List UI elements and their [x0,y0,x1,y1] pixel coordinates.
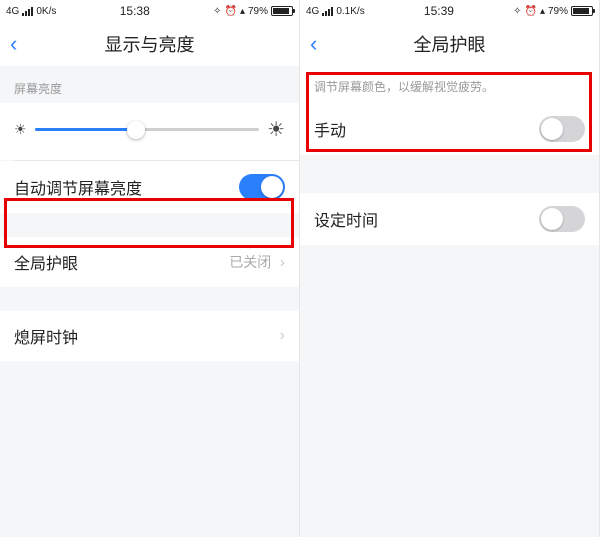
alarm-icon: ⏰ [525,6,537,17]
row-eye-protect[interactable]: 全局护眼 已关闭 › [0,237,299,287]
row-label: 手动 [314,117,346,141]
status-bar: 4G 0.1K/s 15:39 ✧ ⏰ ▴ 79% [300,0,599,22]
row-label: 全局护眼 [14,250,78,274]
row-manual[interactable]: 手动 [300,103,599,155]
brightness-thumb[interactable] [127,121,145,139]
signal-icon [322,7,333,16]
alarm-icon: ⏰ [225,6,237,17]
row-schedule[interactable]: 设定时间 [300,193,599,245]
signal-icon [22,7,33,16]
wifi-icon: ▴ [240,6,245,17]
back-button[interactable]: ‹ [10,33,17,55]
bluetooth-icon: ✧ [513,6,521,17]
brightness-section-label: 屏幕亮度 [0,66,299,103]
brightness-slider[interactable] [35,120,260,140]
nav-bar: ‹ 显示与亮度 [0,22,299,66]
back-button[interactable]: ‹ [310,33,317,55]
screen-display-brightness: 4G 0K/s 15:38 ✧ ⏰ ▴ 79% ‹ 显示与亮度 屏幕亮度 ☀ ☀… [0,0,300,537]
brightness-high-icon: ☀ [267,117,285,142]
page-title: 全局护眼 [414,31,486,57]
status-bar: 4G 0K/s 15:38 ✧ ⏰ ▴ 79% [0,0,299,22]
bluetooth-icon: ✧ [213,6,221,17]
wifi-icon: ▴ [540,6,545,17]
row-label: 熄屏时钟 [14,324,78,348]
network-speed: 0K/s [36,6,56,17]
screen-eye-protect: 4G 0.1K/s 15:39 ✧ ⏰ ▴ 79% ‹ 全局护眼 调节屏幕颜色，… [300,0,600,537]
battery-pct: 79% [248,6,268,17]
network-speed: 0.1K/s [336,6,364,17]
schedule-switch[interactable] [539,206,585,232]
row-auto-brightness[interactable]: 自动调节屏幕亮度 [0,161,299,213]
brightness-slider-row: ☀ ☀ [0,103,299,160]
auto-brightness-switch[interactable] [239,174,285,200]
network-type: 4G [306,6,319,17]
battery-pct: 79% [548,6,568,17]
manual-switch[interactable] [539,116,585,142]
brightness-low-icon: ☀ [14,121,27,138]
hint-text: 调节屏幕颜色，以缓解视觉疲劳。 [300,66,599,103]
chevron-right-icon: › [280,327,285,345]
clock: 15:38 [120,4,150,18]
page-title: 显示与亮度 [105,31,195,57]
row-value: 已关闭 [229,254,271,270]
battery-icon [271,6,293,16]
battery-icon [571,6,593,16]
row-label: 设定时间 [314,207,378,231]
brightness-track-fill [35,128,136,131]
network-type: 4G [6,6,19,17]
battery-fill [573,8,589,14]
row-aod[interactable]: 熄屏时钟 › [0,311,299,361]
clock: 15:39 [424,4,454,18]
chevron-right-icon: › [280,254,285,271]
row-label: 自动调节屏幕亮度 [14,175,142,199]
nav-bar: ‹ 全局护眼 [300,22,599,66]
battery-fill [273,8,289,14]
